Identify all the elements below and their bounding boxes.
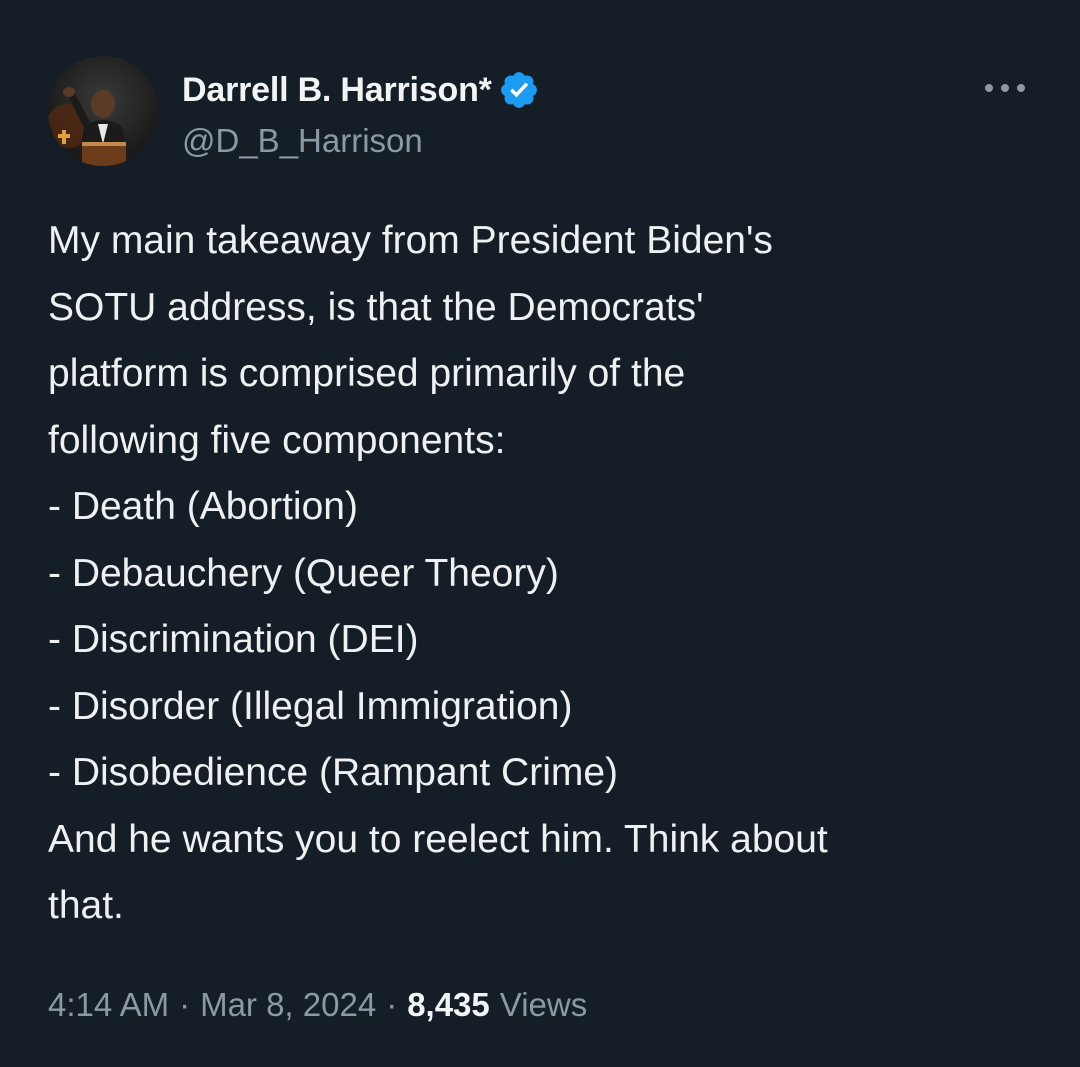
tweet-line: My main takeaway from President Biden's: [48, 219, 773, 262]
tweet-meta: 4:14 AM · Mar 8, 2024 · 8,435 Views: [48, 986, 587, 1024]
tweet-time[interactable]: 4:14 AM: [48, 986, 169, 1024]
verified-badge-icon: [498, 69, 540, 111]
tweet-text: My main takeaway from President Biden's …: [48, 208, 1038, 940]
tweet-header: Darrell B. Harrison* @D_B_Harrison: [48, 56, 1038, 172]
meta-separator: ·: [179, 986, 191, 1023]
meta-separator: ·: [386, 986, 398, 1023]
tweet-line: - Discrimination (DEI): [48, 618, 419, 661]
author-block: Darrell B. Harrison* @D_B_Harrison: [182, 68, 540, 160]
views-label: Views: [499, 986, 588, 1023]
more-horizontal-icon[interactable]: [982, 76, 1028, 100]
tweet-line: - Disorder (Illegal Immigration): [48, 684, 573, 728]
avatar-image: [48, 56, 158, 166]
tweet-date[interactable]: Mar 8, 2024: [200, 986, 376, 1024]
views-count[interactable]: 8,435: [407, 986, 490, 1024]
tweet-line: - Debauchery (Queer Theory): [48, 551, 559, 595]
author-handle[interactable]: @D_B_Harrison: [182, 122, 540, 160]
avatar[interactable]: [48, 56, 158, 166]
tweet-line: that.: [48, 884, 124, 927]
tweet-card: Darrell B. Harrison* @D_B_Harrison My ma…: [0, 0, 1080, 1067]
tweet-line: platform is comprised primarily of the: [48, 352, 686, 395]
tweet-line: - Death (Abortion): [48, 485, 358, 528]
tweet-line: - Disobedience (Rampant Crime): [48, 751, 619, 794]
name-row: Darrell B. Harrison*: [182, 68, 540, 112]
tweet-line: following five components:: [48, 418, 506, 462]
tweet-line: And he wants you to reelect him. Think a…: [48, 817, 828, 861]
tweet-line: SOTU address, is that the Democrats': [48, 285, 704, 329]
display-name[interactable]: Darrell B. Harrison*: [182, 71, 492, 110]
